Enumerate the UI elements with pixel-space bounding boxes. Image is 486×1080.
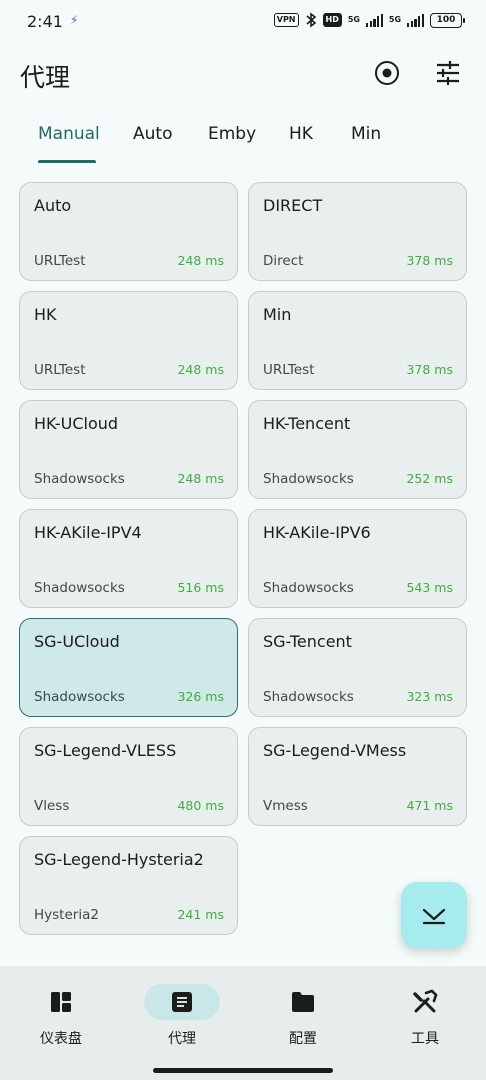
proxy-name: HK-UCloud [34, 414, 119, 433]
nav-proxy[interactable]: 代理 [132, 984, 232, 1054]
proxy-card-direct[interactable]: DIRECT Direct 378 ms [248, 182, 467, 281]
proxy-card-sg-legend-vless[interactable]: SG-Legend-VLESS Vless 480 ms [19, 727, 238, 826]
folder-icon [292, 992, 314, 1012]
tab-min[interactable]: Min [351, 124, 381, 144]
net-type-1: 5G [347, 15, 360, 24]
proxy-name: HK [34, 305, 57, 324]
proxy-card-hk[interactable]: HK URLTest 248 ms [19, 291, 238, 390]
bottom-navigation: 仪表盘 代理 配置 工具 [0, 966, 486, 1080]
proxy-type: URLTest [34, 362, 86, 378]
page-title: 代理 [20, 63, 71, 92]
proxy-name: SG-UCloud [34, 632, 120, 651]
proxy-type: URLTest [34, 253, 86, 269]
proxy-name: SG-Legend-VMess [263, 741, 407, 760]
tab-hk[interactable]: HK [289, 124, 313, 144]
nav-label: 工具 [411, 1031, 439, 1047]
group-tabs: Manual Auto Emby HK Min [0, 118, 486, 164]
signal-2-icon [407, 13, 424, 27]
proxy-type: Shadowsocks [34, 689, 125, 705]
proxy-name: SG-Legend-Hysteria2 [34, 850, 204, 869]
net-type-2: 5G [388, 15, 402, 24]
nav-dashboard[interactable]: 仪表盘 [11, 984, 111, 1054]
proxy-name: Auto [34, 196, 72, 215]
nav-label: 代理 [168, 1031, 196, 1047]
tab-auto[interactable]: Auto [133, 124, 172, 144]
proxy-delay[interactable]: 326 ms [177, 689, 224, 704]
proxy-delay[interactable]: 323 ms [406, 689, 453, 704]
proxy-card-sg-tencent[interactable]: SG-Tencent Shadowsocks 323 ms [248, 618, 467, 717]
proxy-delay[interactable]: 248 ms [177, 471, 224, 486]
proxy-card-hk-akile-ipv4[interactable]: HK-AKile-IPV4 Shadowsocks 516 ms [19, 509, 238, 608]
nav-label: 配置 [289, 1031, 317, 1047]
proxy-card-hk-tencent[interactable]: HK-Tencent Shadowsocks 252 ms [248, 400, 467, 499]
nav-tools[interactable]: 工具 [375, 984, 475, 1054]
tab-emby[interactable]: Emby [208, 124, 256, 144]
tab-manual[interactable]: Manual [38, 124, 100, 144]
proxy-type: Shadowsocks [263, 580, 354, 596]
nav-config[interactable]: 配置 [253, 984, 353, 1054]
status-time: 2:41 [27, 12, 63, 31]
dashboard-icon [51, 992, 71, 1012]
proxy-card-hk-ucloud[interactable]: HK-UCloud Shadowsocks 248 ms [19, 400, 238, 499]
proxy-name: HK-Tencent [263, 414, 351, 433]
proxy-name: SG-Tencent [263, 632, 352, 651]
proxy-name: DIRECT [263, 196, 323, 215]
proxy-type: Shadowsocks [263, 471, 354, 487]
hd-badge: HD [322, 13, 342, 27]
vpn-badge: VPN [273, 13, 299, 27]
battery-icon: 100 [430, 12, 465, 28]
proxy-type: Shadowsocks [263, 689, 354, 705]
proxy-type: Shadowsocks [34, 580, 125, 596]
proxy-delay[interactable]: 241 ms [177, 907, 224, 922]
tune-icon[interactable] [435, 60, 461, 86]
signal-1-icon [365, 13, 383, 27]
status-icons: VPN HD 5G 5G 100 [273, 12, 465, 28]
proxy-delay[interactable]: 480 ms [177, 798, 224, 813]
bluetooth-icon [305, 12, 316, 28]
home-indicator[interactable] [153, 1068, 333, 1073]
target-icon[interactable] [374, 60, 400, 86]
proxy-name: SG-Legend-VLESS [34, 741, 177, 760]
proxy-card-auto[interactable]: Auto URLTest 248 ms [19, 182, 238, 281]
nav-label: 仪表盘 [40, 1031, 82, 1047]
proxy-delay[interactable]: 471 ms [406, 798, 453, 813]
proxy-card-sg-ucloud[interactable]: SG-UCloud Shadowsocks 326 ms [19, 618, 238, 717]
tab-indicator [38, 160, 96, 163]
tools-icon [413, 989, 438, 1013]
proxy-card-sg-legend-hysteria2[interactable]: SG-Legend-Hysteria2 Hysteria2 241 ms [19, 836, 238, 935]
proxy-delay[interactable]: 516 ms [177, 580, 224, 595]
proxy-delay[interactable]: 378 ms [406, 253, 453, 268]
proxy-delay[interactable]: 248 ms [177, 362, 224, 377]
proxy-delay[interactable]: 378 ms [406, 362, 453, 377]
proxy-type: Direct [263, 253, 304, 269]
scroll-to-selected-button[interactable] [401, 882, 467, 948]
proxy-delay[interactable]: 248 ms [177, 253, 224, 268]
proxy-type: Vmess [263, 798, 308, 814]
proxy-card-min[interactable]: Min URLTest 378 ms [248, 291, 467, 390]
proxy-type: Shadowsocks [34, 471, 125, 487]
status-bar: 2:41 ⚡ VPN HD 5G 5G 100 [0, 0, 486, 44]
scroll-to-selected-icon [422, 908, 446, 925]
proxy-type: Vless [34, 798, 70, 814]
proxy-card-sg-legend-vmess[interactable]: SG-Legend-VMess Vmess 471 ms [248, 727, 467, 826]
proxy-type: URLTest [263, 362, 315, 378]
proxy-delay[interactable]: 252 ms [406, 471, 453, 486]
proxy-name: HK-AKile-IPV6 [263, 523, 371, 542]
bolt-icon: ⚡ [70, 13, 79, 27]
proxy-card-hk-akile-ipv6[interactable]: HK-AKile-IPV6 Shadowsocks 543 ms [248, 509, 467, 608]
proxy-name: Min [263, 305, 292, 324]
proxy-name: HK-AKile-IPV4 [34, 523, 142, 542]
proxy-list-icon [172, 992, 192, 1012]
proxy-type: Hysteria2 [34, 907, 99, 923]
proxy-delay[interactable]: 543 ms [406, 580, 453, 595]
